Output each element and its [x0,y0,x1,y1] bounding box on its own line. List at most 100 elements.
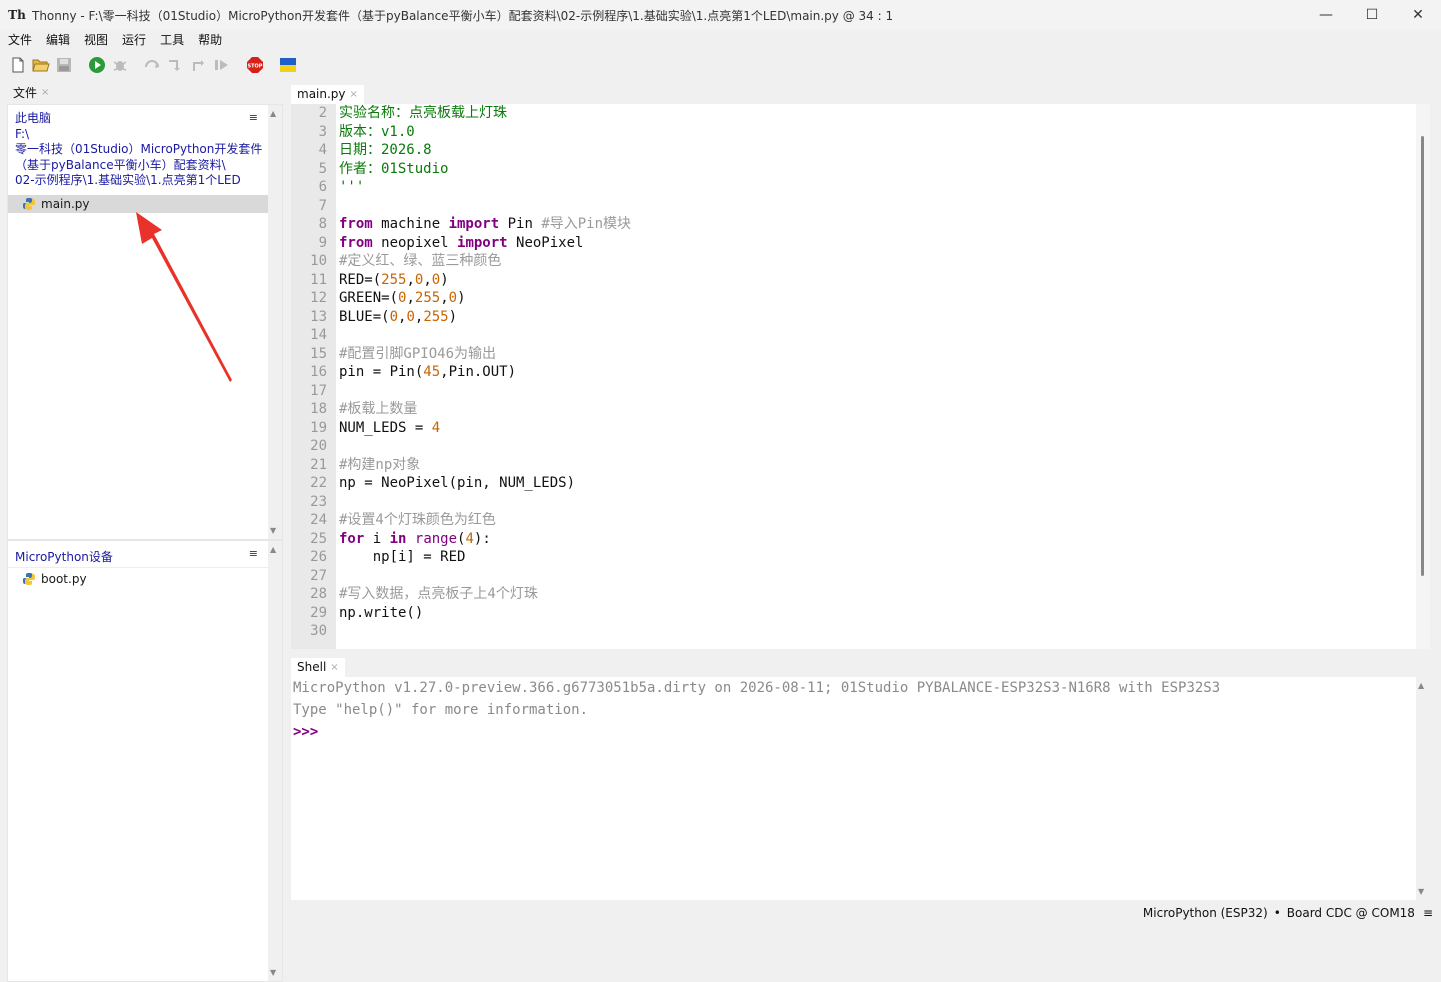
path-drive[interactable]: F:\ [8,127,282,143]
shell-tabbar: Shell × [291,655,345,677]
new-file-button[interactable] [7,54,29,76]
line-number: 22 [310,475,327,492]
code-area[interactable]: 实验名称：点亮板载上灯珠 版本：v1.0 日期：2026.8 作者：01Stud… [339,104,1414,641]
status-menu-icon[interactable]: ≡ [1423,906,1433,920]
shell-prompt-line[interactable]: >>> [291,721,1430,743]
line-number: 12 [310,290,327,307]
line-number: 9 [318,234,327,251]
save-icon [57,58,71,72]
line-number: 21 [310,456,327,473]
code-line: NUM_LEDS = 4 [339,419,441,436]
line-number: 7 [318,197,327,214]
path-folder[interactable]: 零一科技（01Studio）MicroPython开发套件 [8,142,282,158]
line-number: 10 [310,253,327,270]
resume-button[interactable] [211,54,233,76]
line-number: 11 [310,271,327,288]
status-separator: • [1273,906,1281,920]
save-button[interactable] [53,54,75,76]
line-number: 29 [310,604,327,621]
line-number: 2 [318,105,327,121]
menu-run[interactable]: 运行 [114,31,152,48]
line-number: 28 [310,586,327,603]
close-icon[interactable]: × [41,87,49,98]
minimize-button[interactable]: — [1303,0,1349,30]
close-button[interactable]: ✕ [1395,0,1441,30]
file-name: boot.py [41,572,87,586]
menu-edit[interactable]: 编辑 [38,31,76,48]
editor-scrollbar[interactable] [1416,104,1430,649]
line-number: 26 [310,549,327,566]
scroll-down-icon[interactable]: ▼ [1418,887,1424,896]
scroll-down-icon[interactable]: ▼ [270,968,276,977]
menu-help[interactable]: 帮助 [190,31,228,48]
step-over-button[interactable] [142,54,164,76]
scroll-up-icon[interactable]: ▲ [1418,681,1424,690]
tab-files[interactable]: 文件 × [7,82,56,104]
new-file-icon [12,57,24,73]
line-number: 24 [310,512,327,529]
stop-button[interactable]: STOP [244,54,266,76]
code-line: #板载上数量 [339,401,418,418]
interpreter-status[interactable]: MicroPython (ESP32) [1143,906,1268,920]
path-subfolder[interactable]: 02-示例程序\1.基础实验\1.点亮第1个LED [8,173,282,189]
run-button[interactable] [86,54,108,76]
window-controls: — ☐ ✕ [1303,0,1441,30]
code-line: RED=(255,0,0) [339,271,449,288]
port-status[interactable]: Board CDC @ COM18 [1287,906,1415,920]
ukraine-flag-button[interactable] [277,54,299,76]
files-tabbar: 文件 × [7,82,283,104]
scroll-down-icon[interactable]: ▼ [270,526,276,535]
step-out-button[interactable] [188,54,210,76]
tab-main-py[interactable]: main.py × [291,85,364,104]
step-out-icon [193,60,204,71]
scroll-up-icon[interactable]: ▲ [270,545,276,554]
line-number: 20 [310,438,327,455]
stop-icon: STOP [247,57,263,73]
annotation-arrow-icon [136,212,232,382]
code-line: 作者：01Studio [339,160,449,177]
tab-shell[interactable]: Shell × [291,658,345,677]
files-menu-button[interactable]: ≡ [249,111,258,124]
path-folder-continued[interactable]: （基于pyBalance平衡小车）配套资料\ [8,158,282,174]
line-number: 15 [310,345,327,362]
step-into-button[interactable] [165,54,187,76]
code-line: for i in range(4): [339,530,491,547]
code-line: pin = Pin(45,Pin.OUT) [339,364,517,381]
line-number: 6 [318,179,327,196]
shell-banner-line: MicroPython v1.27.0-preview.366.g6773051… [293,680,1221,696]
maximize-button[interactable]: ☐ [1349,0,1395,30]
path-this-pc[interactable]: 此电脑 [8,111,282,127]
toolbar: STOP [0,52,1441,78]
open-file-button[interactable] [30,54,52,76]
ukraine-flag-icon [280,58,296,72]
editor-scroll-thumb[interactable] [1421,136,1424,576]
line-number: 3 [318,123,327,140]
step-into-icon [169,60,180,71]
open-file-icon [32,59,50,72]
scroll-up-icon[interactable]: ▲ [270,109,276,118]
shell-prompt: >>> [293,724,319,740]
shell-scrollbar[interactable]: ▲ ▼ [1416,677,1430,900]
debug-button[interactable] [109,54,131,76]
file-name: main.py [41,196,90,211]
code-line: np.write() [339,604,424,621]
menu-bar: 文件 编辑 视图 运行 工具 帮助 [0,30,1441,49]
menu-view[interactable]: 视图 [76,31,114,48]
menu-file[interactable]: 文件 [0,31,38,48]
line-number: 5 [318,160,327,177]
close-icon[interactable]: × [330,662,338,673]
device-menu-button[interactable]: ≡ [249,547,258,560]
thonny-app-icon: Th [8,8,26,22]
files-scrollbar[interactable]: ▲ ▼ [268,105,282,539]
path-breadcrumb: 此电脑 F:\ 零一科技（01Studio）MicroPython开发套件 （基… [8,105,282,189]
file-item-boot-py[interactable]: boot.py [8,570,282,588]
menu-tools[interactable]: 工具 [152,31,190,48]
close-icon[interactable]: × [350,89,358,100]
code-line: np[i] = RED [339,549,466,566]
line-number: 30 [310,623,327,640]
code-editor[interactable]: 2 3 4 5 6 7 8 9 10 11 12 13 14 15 16 17 18 19 20 21 22 23 24 25… [291,104,1430,649]
shell-console[interactable]: MicroPython v1.27.0-preview.366.g6773051… [291,677,1430,900]
